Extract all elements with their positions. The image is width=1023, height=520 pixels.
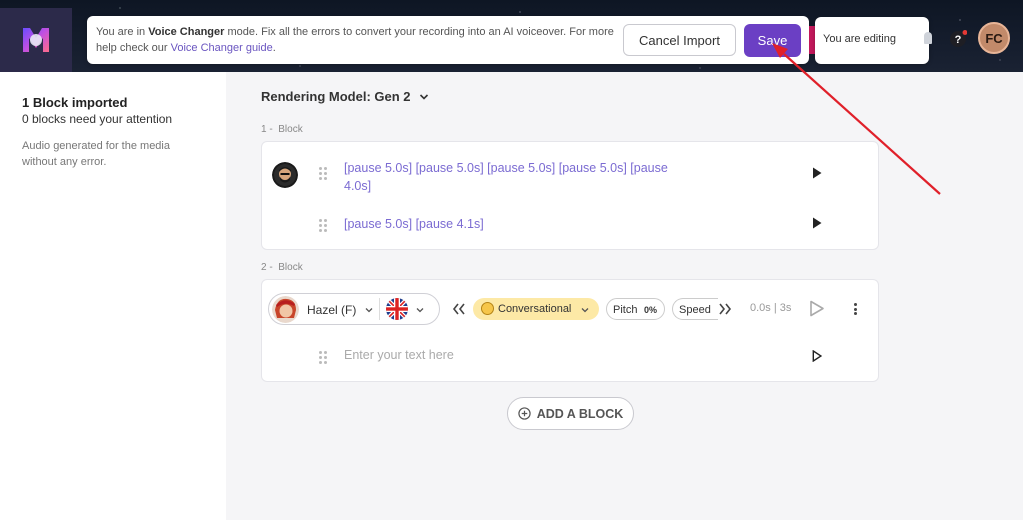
more-options-icon[interactable]: [854, 303, 858, 315]
import-summary-sidebar: 1 Block imported 0 blocks need your atte…: [0, 72, 226, 520]
block-duration: 0.0s | 3s: [750, 302, 792, 314]
chevron-down-icon: [419, 93, 428, 100]
play-block-icon[interactable]: [809, 300, 825, 317]
banner-mode-name: Voice Changer: [148, 26, 225, 38]
smiley-icon: [481, 302, 494, 315]
cancel-import-button[interactable]: Cancel Import: [623, 24, 736, 56]
plus-circle-icon: [518, 407, 531, 420]
user-avatar[interactable]: FC: [978, 22, 1010, 54]
voice-style-label: Conversational: [498, 303, 572, 315]
app-logo[interactable]: [0, 8, 72, 72]
play-icon[interactable]: [812, 350, 822, 362]
voice-changer-guide-link[interactable]: Voice Changer guide: [171, 42, 273, 54]
uk-flag-icon[interactable]: [386, 298, 408, 320]
speaker-avatar[interactable]: [272, 162, 298, 188]
banner-message: You are in Voice Changer mode. Fix all t…: [96, 24, 616, 56]
drag-handle-icon[interactable]: [319, 219, 327, 232]
block-1-line-2-text[interactable]: [pause 5.0s] [pause 4.1s]: [344, 215, 484, 233]
pill-divider: [379, 298, 380, 320]
import-banner: You are in Voice Changer mode. Fix all t…: [87, 16, 809, 64]
scroll-right-icon[interactable]: [718, 303, 732, 315]
pitch-label: Pitch: [613, 304, 638, 316]
play-icon[interactable]: [812, 167, 822, 179]
block-1-label: 1 - Block: [261, 124, 303, 135]
summary-description: Audio generated for the media without an…: [22, 140, 170, 168]
play-icon[interactable]: [812, 217, 822, 229]
logo-icon: [23, 28, 49, 52]
block-label-text: Block: [278, 262, 303, 273]
editing-indicator: You are editing: [815, 17, 929, 64]
block-number: 1 -: [261, 124, 273, 135]
speed-label: Speed: [679, 304, 711, 316]
block-2-label: 2 - Block: [261, 262, 303, 273]
block-text-input[interactable]: Enter your text here: [344, 348, 454, 362]
block-label-text: Block: [278, 124, 303, 135]
blocks-imported-title: 1 Block imported: [22, 95, 128, 110]
drag-handle-icon[interactable]: [319, 167, 327, 180]
notification-bell-icon[interactable]: [924, 32, 932, 44]
editing-label: You are editing: [823, 33, 896, 45]
pitch-value: 0%: [644, 305, 658, 315]
block-1-line-1-text[interactable]: [pause 5.0s] [pause 5.0s] [pause 5.0s] […: [344, 159, 694, 195]
rendering-model-selector[interactable]: Rendering Model: Gen 2: [261, 89, 429, 104]
chevron-down-icon: [416, 308, 424, 313]
attention-count: 0 blocks need your attention: [22, 112, 173, 126]
scroll-left-icon[interactable]: [452, 303, 466, 315]
speed-control[interactable]: Speed: [672, 298, 718, 320]
svg-text:?: ?: [955, 34, 962, 46]
save-button[interactable]: Save: [744, 24, 801, 57]
rendering-model-label: Rendering Model: Gen 2: [261, 89, 411, 104]
voice-style-selector[interactable]: Conversational: [473, 298, 599, 320]
chevron-down-icon: [365, 308, 373, 313]
drag-handle-icon[interactable]: [319, 351, 327, 364]
chevron-down-icon: [581, 308, 589, 313]
block-number: 2 -: [261, 262, 273, 273]
voice-avatar: [272, 296, 299, 323]
help-icon[interactable]: ?: [949, 30, 967, 48]
banner-text-prefix: You are in: [96, 26, 149, 38]
block-1-card: [pause 5.0s] [pause 5.0s] [pause 5.0s] […: [261, 141, 879, 250]
pitch-control[interactable]: Pitch 0%: [606, 298, 665, 320]
add-block-label: ADD A BLOCK: [536, 406, 624, 421]
voice-name: Hazel (F): [307, 303, 357, 317]
banner-text-suffix: .: [272, 42, 276, 54]
voice-selector[interactable]: Hazel (F): [268, 293, 440, 325]
add-block-button[interactable]: ADD A BLOCK: [507, 397, 634, 430]
